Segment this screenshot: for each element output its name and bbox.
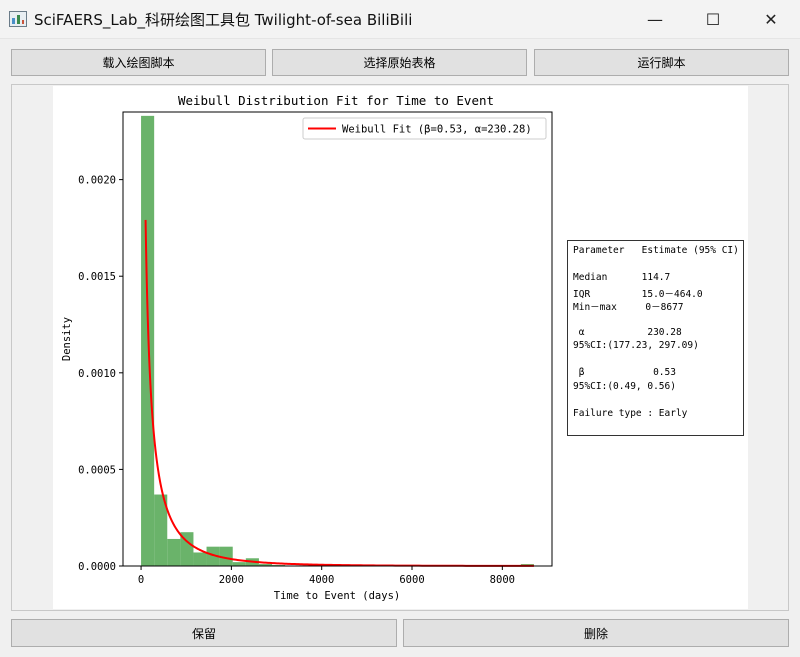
y-tick-label: 0.0005 — [78, 464, 116, 476]
histogram-bar — [232, 562, 246, 566]
stats-line: β 0.53 — [573, 367, 676, 379]
stats-line — [573, 354, 738, 368]
select-table-button[interactable]: 选择原始表格 — [272, 49, 527, 76]
title-bar: SciFAERS_Lab_科研绘图工具包 Twilight-of-sea Bil… — [0, 0, 800, 39]
stats-line: Min－max 0－8677 — [573, 302, 684, 314]
stats-line — [573, 313, 738, 327]
minimize-icon[interactable]: — — [626, 0, 684, 38]
chart-title: Weibull Distribution Fit for Time to Eve… — [178, 93, 494, 108]
run-script-button[interactable]: 运行脚本 — [534, 49, 789, 76]
stats-line: 95%CI:(177.23, 297.09) — [573, 340, 699, 352]
close-icon[interactable]: ✕ — [742, 0, 800, 38]
window-title: SciFAERS_Lab_科研绘图工具包 Twilight-of-sea Bil… — [34, 11, 413, 29]
histogram-bar — [193, 552, 207, 566]
delete-button[interactable]: 删除 — [403, 619, 789, 647]
stats-line: Failure type : Early — [573, 408, 688, 420]
x-tick-label: 4000 — [309, 574, 334, 586]
app-icon — [9, 11, 27, 27]
stats-line: Median 114.7 — [573, 272, 671, 284]
x-tick-label: 6000 — [399, 574, 424, 586]
keep-button[interactable]: 保留 — [11, 619, 397, 647]
x-tick-label: 0 — [138, 574, 144, 586]
x-axis-label: Time to Event (days) — [274, 590, 400, 602]
stats-line: 95%CI:(0.49, 0.56) — [573, 380, 676, 392]
stats-table: Parameter Estimate (95% CI) Median 114.7 I… — [567, 240, 744, 436]
stats-line: IQR 15.0－464.0 — [573, 288, 703, 300]
y-tick-label: 0.0010 — [78, 368, 116, 380]
legend-label: Weibull Fit (β=0.53, α=230.28) — [342, 124, 532, 136]
stats-line — [573, 395, 738, 409]
stats-line: Parameter Estimate (95% CI) — [573, 245, 739, 256]
stats-line — [573, 259, 738, 273]
legend: Weibull Fit (β=0.53, α=230.28) — [302, 117, 547, 140]
y-tick-label: 0.0020 — [78, 175, 116, 187]
y-tick-label: 0.0015 — [78, 271, 116, 283]
maximize-icon[interactable]: ☐ — [684, 0, 742, 38]
histogram-bar — [167, 538, 181, 566]
load-script-button[interactable]: 载入绘图脚本 — [11, 49, 266, 76]
weibull-fit-curve — [144, 219, 534, 567]
y-tick-label: 0.0000 — [78, 561, 116, 573]
y-axis-label: Density — [61, 317, 73, 361]
stats-line: α 230.28 — [573, 326, 682, 338]
plot-area-border — [122, 111, 553, 567]
x-tick-label: 2000 — [219, 574, 244, 586]
x-tick-label: 8000 — [490, 574, 515, 586]
